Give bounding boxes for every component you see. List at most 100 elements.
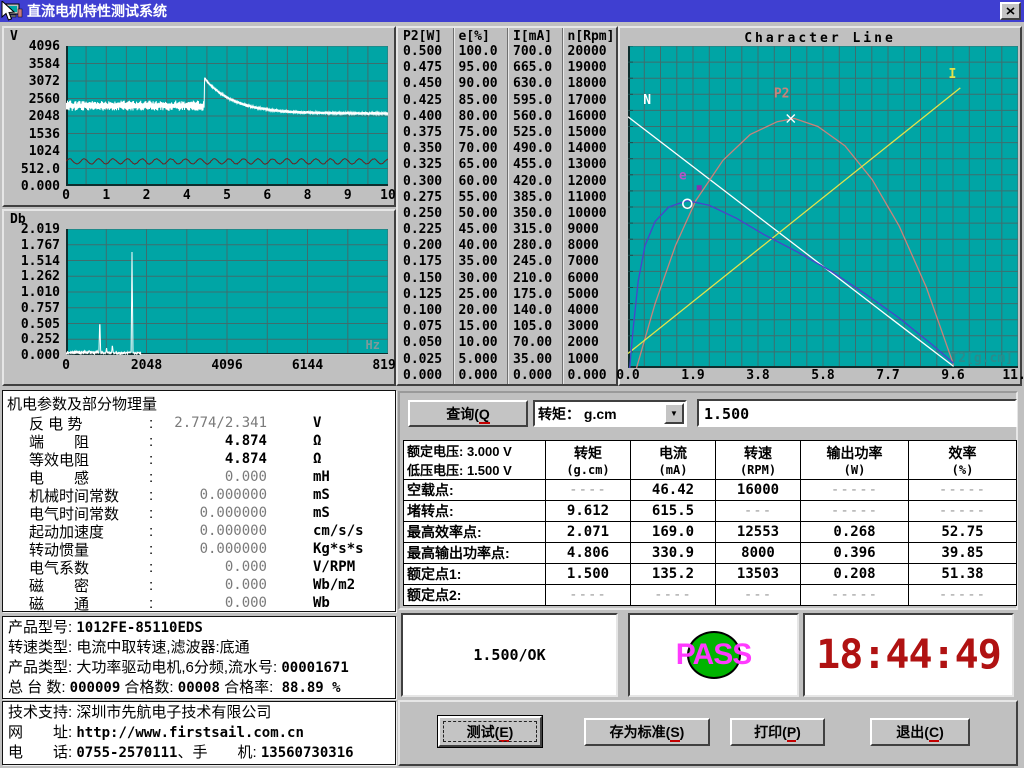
table-row: 最高输出功率点:4.806330.980000.39639.85 bbox=[404, 543, 1017, 564]
info-text: 转速类型: 电流中取转速,滤波器:底通 bbox=[8, 639, 250, 656]
table-cell-value: 0.396 bbox=[801, 543, 909, 564]
svg-text:Hz: Hz bbox=[366, 338, 380, 352]
x-axis-tick-label: 0 bbox=[62, 188, 70, 203]
hotkey-letter: Q bbox=[479, 406, 490, 424]
x-axis-tick-label: 0.0 bbox=[616, 368, 639, 383]
product-info-line: 总 台 数: 000009 合格数: 00008 合格率: 88.89 % bbox=[3, 678, 395, 698]
support-info-line: 电 话: 0755-2570111、手 机: 13560730316 bbox=[3, 743, 395, 763]
parameter-value: 4.874 bbox=[163, 433, 267, 449]
info-value: 000009 bbox=[70, 680, 121, 696]
svg-text:e: e bbox=[679, 169, 687, 184]
y-axis-tick-label: 512.0 bbox=[6, 162, 60, 177]
y-axis-tick-label: 1.262 bbox=[6, 269, 60, 284]
axis-column-P2[W]: P2[W]0.5000.4750.4500.4250.4000.3750.350… bbox=[398, 28, 453, 384]
axis-value: 0.475 bbox=[403, 60, 453, 74]
query-value-input[interactable] bbox=[697, 399, 1017, 427]
axis-value: 0.050 bbox=[403, 335, 453, 349]
action-buttons-panel: 测试(E) 存为标准(S) 打印(P) 退出(C) bbox=[398, 700, 1018, 766]
svg-text:T2[g.cm]: T2[g.cm] bbox=[950, 351, 1013, 366]
close-button[interactable] bbox=[1000, 2, 1021, 20]
parameter-value: 4.874 bbox=[163, 451, 267, 467]
x-axis-tick-label: 1.9 bbox=[681, 368, 704, 383]
info-text: 电 话: bbox=[8, 744, 76, 761]
info-text: 产品类型: 大功率驱动电机,6分频,流水号: bbox=[8, 659, 281, 676]
axis-value: 2000 bbox=[568, 335, 617, 349]
chevron-down-icon[interactable]: ▼ bbox=[664, 403, 684, 424]
table-cell-value: 615.5 bbox=[631, 501, 716, 522]
table-cell-value: 51.38 bbox=[909, 564, 1017, 585]
table-cell-value: 12553 bbox=[716, 522, 801, 543]
info-text: 合格数: bbox=[120, 679, 178, 696]
table-row-label: 额定点2: bbox=[404, 585, 546, 606]
table-cell-value: ----- bbox=[909, 480, 1017, 501]
support-info-line: 技术支持: 深圳市先航电子技术有限公司 bbox=[3, 703, 395, 723]
axis-value: 19000 bbox=[568, 60, 617, 74]
exit-button[interactable]: 退出(C) bbox=[870, 718, 970, 746]
table-cell-value: ----- bbox=[801, 501, 909, 522]
table-row: 额定点1:1.500135.2135030.20851.38 bbox=[404, 564, 1017, 585]
product-info-line: 产品型号: 1012FE-85110EDS bbox=[3, 618, 395, 638]
axis-value: 490.0 bbox=[513, 141, 562, 155]
axis-value: 385.0 bbox=[513, 190, 562, 204]
table-cell-value: --- bbox=[716, 501, 801, 522]
parameter-value: 0.000000 bbox=[163, 541, 267, 557]
axis-value: 105.0 bbox=[513, 319, 562, 333]
x-axis-tick-label: 10 bbox=[380, 188, 396, 203]
parameter-row: 转动惯量:0.000000Kg*s*s bbox=[3, 540, 395, 558]
axis-value: 0.500 bbox=[403, 44, 453, 58]
axis-column-values: 700.0665.0630.0595.0560.0525.0490.0455.0… bbox=[513, 44, 562, 382]
parameter-row: 机械时间常数:0.000000mS bbox=[3, 486, 395, 504]
parameter-unit: Kg*s*s bbox=[313, 541, 364, 557]
x-axis-tick-label: 0 bbox=[62, 358, 70, 373]
mouse-cursor bbox=[1, 1, 17, 23]
torque-unit-dropdown[interactable]: 转矩： g.cm ▼ bbox=[533, 400, 687, 427]
x-axis-tick-label: 9.6 bbox=[941, 368, 964, 383]
table-row: 堵转点:9.612615.5------------- bbox=[404, 501, 1017, 522]
table-column-header: 转矩(g.cm) bbox=[546, 441, 631, 480]
axis-value: 0.150 bbox=[403, 271, 453, 285]
axis-value: 6000 bbox=[568, 271, 617, 285]
axis-value: 65.00 bbox=[459, 157, 508, 171]
parameter-unit: mS bbox=[313, 505, 330, 521]
axis-value: 0.075 bbox=[403, 319, 453, 333]
clock-panel: 18:44:49 bbox=[803, 613, 1014, 697]
axis-value: 10.00 bbox=[459, 335, 508, 349]
parameter-row: 端 阻:4.874Ω bbox=[3, 432, 395, 450]
axis-value: 0.425 bbox=[403, 93, 453, 107]
oscilloscope-plot bbox=[66, 46, 388, 186]
axis-value: 95.00 bbox=[459, 60, 508, 74]
table-cell-value: --- bbox=[716, 585, 801, 606]
y-axis-tick-label: 2.019 bbox=[6, 222, 60, 237]
test-button[interactable]: 测试(E) bbox=[438, 716, 542, 747]
y-axis-tick-label: 0.757 bbox=[6, 301, 60, 316]
axis-value: 12000 bbox=[568, 174, 617, 188]
product-info-line: 转速类型: 电流中取转速,滤波器:底通 bbox=[3, 638, 395, 658]
axis-value: 630.0 bbox=[513, 76, 562, 90]
axis-value: 0.375 bbox=[403, 125, 453, 139]
motor-parameters-panel: 机电参数及部分物理量 反 电 势:2.774/2.341V端 阻:4.874Ω等… bbox=[2, 390, 396, 612]
axis-columns-panel: P2[W]0.5000.4750.4500.4250.4000.3750.350… bbox=[396, 26, 618, 386]
parameter-value: 0.000 bbox=[163, 559, 267, 575]
close-icon bbox=[1006, 7, 1015, 15]
axis-value: 350.0 bbox=[513, 206, 562, 220]
parameter-unit: Wb/m2 bbox=[313, 577, 355, 593]
x-axis-tick-label: 9 bbox=[344, 188, 352, 203]
table-cell-value: 8000 bbox=[716, 543, 801, 564]
character-chart-title: Character Line bbox=[620, 31, 1020, 46]
info-value: 88.89 % bbox=[282, 680, 341, 696]
axis-value: 85.00 bbox=[459, 93, 508, 107]
axis-value: 0.000 bbox=[403, 368, 453, 382]
x-axis-tick-label: 7.7 bbox=[876, 368, 899, 383]
query-button[interactable]: 查询(Q bbox=[408, 400, 528, 427]
axis-value: 14000 bbox=[568, 141, 617, 155]
x-axis-tick-label: 5 bbox=[223, 188, 231, 203]
y-axis-tick-label: 1.010 bbox=[6, 285, 60, 300]
axis-value: 35.00 bbox=[513, 352, 562, 366]
parameter-value: 0.000 bbox=[163, 469, 267, 485]
info-text: 、手 机: bbox=[178, 744, 261, 761]
x-axis-tick-label: 6144 bbox=[292, 358, 323, 373]
print-button[interactable]: 打印(P) bbox=[730, 718, 825, 746]
axis-column-n[Rpm]: n[Rpm]2000019000180001700016000150001400… bbox=[562, 28, 617, 384]
y-axis-tick-label: 0.505 bbox=[6, 317, 60, 332]
save-standard-button[interactable]: 存为标准(S) bbox=[584, 718, 710, 746]
